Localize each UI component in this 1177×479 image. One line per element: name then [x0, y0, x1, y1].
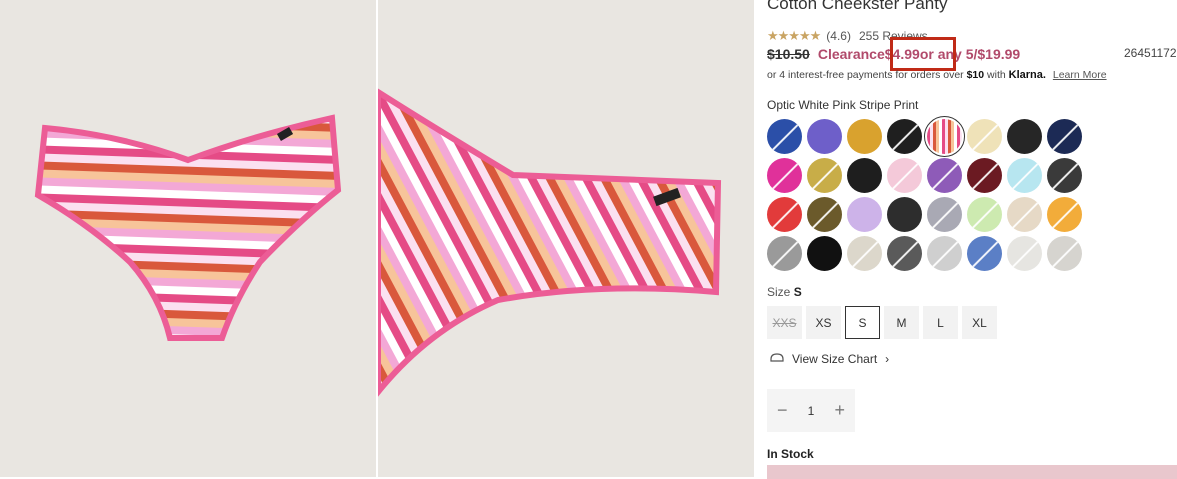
ruler-icon	[770, 351, 784, 366]
color-swatch[interactable]	[1047, 119, 1082, 154]
color-swatch[interactable]	[887, 197, 922, 232]
increase-quantity-button[interactable]: +	[834, 400, 845, 421]
color-swatch[interactable]	[927, 236, 962, 271]
color-swatch[interactable]	[847, 158, 882, 193]
star-rating-icon: ★★★★★	[767, 28, 821, 43]
learn-more-link[interactable]: Learn More	[1053, 69, 1107, 81]
original-price: $10.50	[767, 46, 810, 62]
size-option-m[interactable]: M	[884, 306, 919, 339]
size-option-xxs[interactable]: XXS	[767, 306, 802, 339]
color-swatch[interactable]	[807, 158, 842, 193]
color-swatch[interactable]	[1047, 197, 1082, 232]
color-swatch[interactable]	[1007, 119, 1042, 154]
size-option-xl[interactable]: XL	[962, 306, 997, 339]
product-sku: 26451172	[1124, 46, 1177, 60]
panty-side-illustration	[378, 88, 722, 397]
color-swatch[interactable]	[887, 236, 922, 271]
color-swatch[interactable]	[847, 197, 882, 232]
color-swatch[interactable]	[847, 236, 882, 271]
color-swatch[interactable]	[807, 236, 842, 271]
color-swatch[interactable]	[1047, 158, 1082, 193]
color-swatch[interactable]	[887, 119, 922, 154]
clearance-label: Clearance	[817, 46, 885, 62]
size-label-text: Size	[767, 285, 794, 299]
klarna-prefix: or 4 interest-free payments for orders o…	[767, 69, 967, 81]
chevron-right-icon: ›	[885, 351, 890, 366]
product-image-front[interactable]	[0, 0, 376, 477]
color-swatch[interactable]	[847, 119, 882, 154]
color-swatch[interactable]	[807, 119, 842, 154]
product-title: Cotton Cheekster Panty	[767, 0, 948, 13]
klarna-with: with	[984, 69, 1009, 81]
color-swatch[interactable]	[1007, 197, 1042, 232]
quantity-value[interactable]: 1	[808, 404, 815, 418]
rating-value: (4.6)	[826, 29, 851, 43]
color-swatch[interactable]	[924, 116, 965, 157]
color-swatch[interactable]	[1007, 158, 1042, 193]
klarna-amount: $10	[966, 69, 985, 81]
decrease-quantity-button[interactable]: −	[777, 400, 788, 421]
color-swatch[interactable]	[887, 158, 922, 193]
color-swatch[interactable]	[967, 236, 1002, 271]
quantity-stepper: − 1 +	[767, 389, 855, 432]
color-swatch[interactable]	[807, 197, 842, 232]
color-swatch[interactable]	[927, 158, 962, 193]
color-swatch[interactable]	[767, 197, 802, 232]
selected-color-label: Optic White Pink Stripe Print	[767, 98, 919, 112]
color-swatch-grid	[767, 116, 1082, 271]
size-option-xs[interactable]: XS	[806, 306, 841, 339]
size-option-l[interactable]: L	[923, 306, 958, 339]
color-swatch[interactable]	[927, 197, 962, 232]
size-label: Size S	[767, 285, 802, 299]
color-swatch[interactable]	[1047, 236, 1082, 271]
klarna-logo: Klarna.	[1008, 69, 1046, 81]
panty-front-illustration	[34, 114, 342, 341]
klarna-message: or 4 interest-free payments for orders o…	[767, 69, 1107, 81]
color-swatch[interactable]	[967, 158, 1002, 193]
size-option-s[interactable]: S	[845, 306, 880, 339]
size-chart-link[interactable]: View Size Chart ›	[770, 351, 889, 366]
size-selector: XXS XS S M L XL	[767, 306, 997, 339]
color-swatch[interactable]	[767, 158, 802, 193]
selected-size: S	[793, 285, 802, 299]
size-chart-text: View Size Chart	[792, 351, 878, 366]
color-swatch[interactable]	[967, 119, 1002, 154]
product-details-panel: Cotton Cheekster Panty ★★★★★ (4.6) 255 R…	[767, 0, 1177, 479]
color-swatch[interactable]	[967, 197, 1002, 232]
product-image-detail[interactable]	[378, 0, 754, 477]
highlight-box	[890, 37, 956, 71]
color-swatch[interactable]	[767, 119, 802, 154]
color-swatch[interactable]	[1007, 236, 1042, 271]
color-swatch[interactable]	[767, 236, 802, 271]
stock-status: In Stock	[767, 447, 814, 461]
